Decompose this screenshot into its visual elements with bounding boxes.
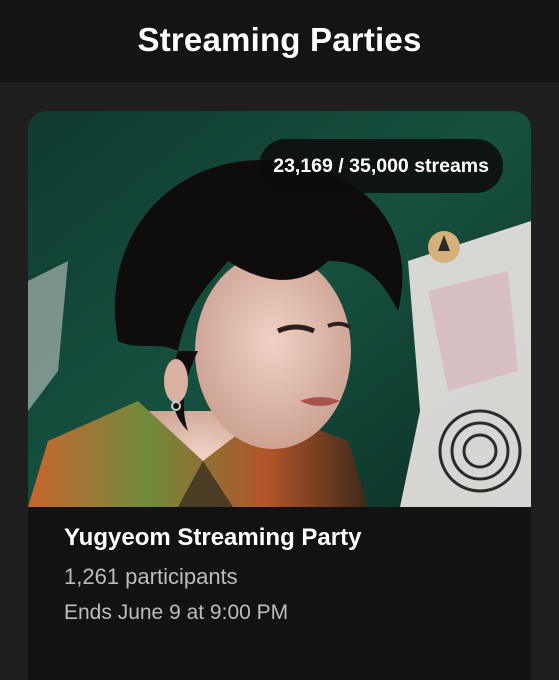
party-info: Yugyeom Streaming Party 1,261 participan… — [64, 521, 504, 629]
streams-progress-text: 23,169 / 35,000 streams — [273, 154, 489, 177]
party-title[interactable]: Yugyeom Streaming Party — [64, 521, 504, 555]
page-title: Streaming Parties — [137, 21, 422, 58]
streaming-party-card[interactable]: 23,169 / 35,000 streams Yugyeom Streamin… — [28, 111, 531, 680]
app-header: Streaming Parties — [0, 0, 559, 82]
party-cover-image: 23,169 / 35,000 streams — [28, 111, 531, 507]
participants-count: 1,261 participants — [64, 564, 238, 589]
streams-progress-badge: 23,169 / 35,000 streams — [259, 139, 503, 193]
party-end-time: Ends June 9 at 9:00 PM — [64, 601, 289, 624]
